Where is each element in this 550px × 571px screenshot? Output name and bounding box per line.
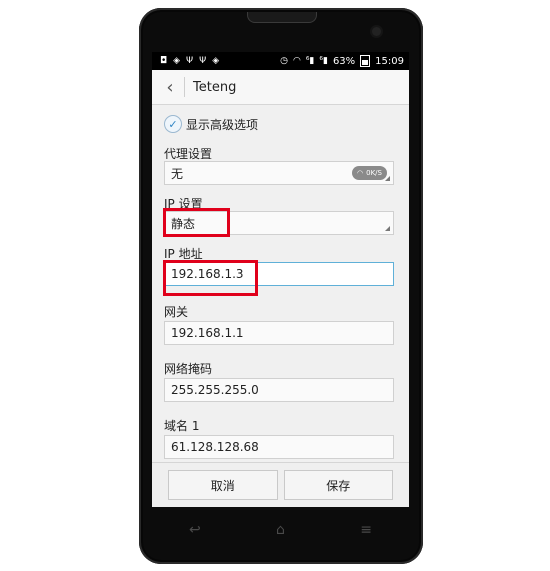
earpiece-speaker xyxy=(247,12,317,23)
menu-icon[interactable]: ≡ xyxy=(346,522,386,538)
notification-icon: ◘ xyxy=(160,56,168,66)
dns1-label: 域名 1 xyxy=(164,419,200,433)
gateway-label: 网关 xyxy=(164,305,189,319)
bottom-button-bar: 取消 保存 xyxy=(152,462,409,507)
home-icon[interactable]: ⌂ xyxy=(260,522,300,538)
cancel-button[interactable]: 取消 xyxy=(168,470,278,500)
proxy-label: 代理设置 xyxy=(164,147,213,161)
gateway-input[interactable]: 192.168.1.1 xyxy=(164,321,394,345)
dns1-input[interactable]: 61.128.128.68 xyxy=(164,435,394,459)
proxy-select[interactable]: 无 ◠ 0K/S xyxy=(164,161,394,185)
save-button[interactable]: 保存 xyxy=(283,470,393,500)
dns1-value: 61.128.128.68 xyxy=(171,440,259,454)
wifi-icon: ◠ xyxy=(357,169,364,177)
alarm-icon: ◷ xyxy=(280,56,288,66)
system-nav-bar: ↩ ⌂ ≡ xyxy=(152,507,409,553)
back-icon[interactable]: ↩ xyxy=(175,522,215,538)
signal-icon-1: ⁶▮ xyxy=(305,56,315,66)
action-bar: ‹ Teteng xyxy=(152,70,409,105)
settings-form: ✓ 显示高级选项 代理设置 无 ◠ 0K/S IP 设置 静态 IP 地址 19… xyxy=(152,105,409,465)
shield-icon: ◈ xyxy=(173,56,181,66)
netmask-label: 网络掩码 xyxy=(164,362,213,376)
advanced-options-checkbox[interactable]: ✓ 显示高级选项 xyxy=(164,115,258,133)
gateway-value: 192.168.1.1 xyxy=(171,326,244,340)
ip-settings-highlight-box xyxy=(163,208,230,237)
action-bar-divider xyxy=(184,77,185,97)
battery-percent: 63% xyxy=(332,55,356,67)
clock: 15:09 xyxy=(375,55,404,67)
wifi-icon: ◠ xyxy=(292,56,301,66)
netmask-input[interactable]: 255.255.255.0 xyxy=(164,378,394,402)
net-speed-text: 0K/S xyxy=(366,169,382,177)
phone-screen: ◘ ◈ Ψ Ψ ◈ ◷ ◠ ⁶▮ ⁶▮ 63% 15:09 ‹ Teteng ✓… xyxy=(152,52,409,507)
security-icon: ◈ xyxy=(212,56,220,66)
back-arrow-icon[interactable]: ‹ xyxy=(158,77,182,98)
proxy-value: 无 xyxy=(171,166,184,181)
battery-icon xyxy=(360,55,371,67)
advanced-options-label: 显示高级选项 xyxy=(186,117,259,132)
net-speed-badge: ◠ 0K/S xyxy=(352,166,387,180)
signal-icon-2: ⁶▮ xyxy=(319,56,328,66)
ip-address-highlight-box xyxy=(163,260,258,296)
usb-icon: Ψ xyxy=(186,56,194,66)
netmask-value: 255.255.255.0 xyxy=(171,383,259,397)
page-title: Teteng xyxy=(193,79,237,95)
checkmark-icon[interactable]: ✓ xyxy=(164,115,182,133)
status-bar: ◘ ◈ Ψ Ψ ◈ ◷ ◠ ⁶▮ ⁶▮ 63% 15:09 xyxy=(152,52,409,70)
front-camera xyxy=(372,27,381,36)
usb-debug-icon: Ψ xyxy=(199,56,207,66)
